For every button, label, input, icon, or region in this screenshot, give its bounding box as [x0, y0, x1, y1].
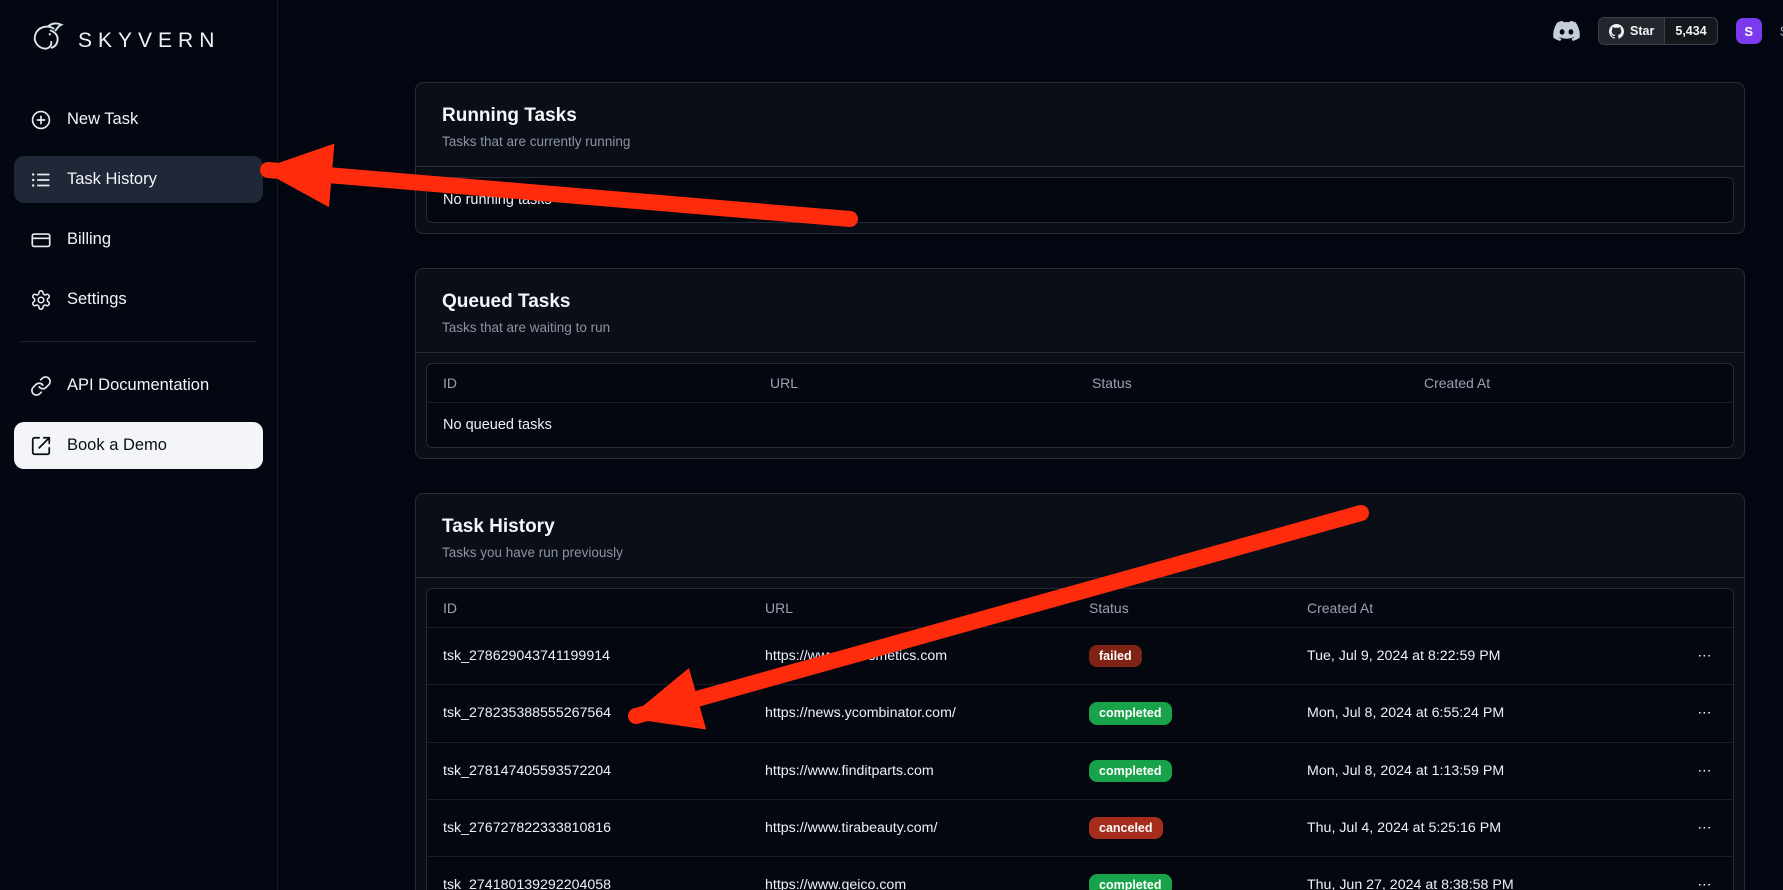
github-star-button[interactable]: Star 5,434 [1598, 17, 1718, 45]
plus-circle-icon [30, 109, 52, 131]
external-link-icon [30, 435, 52, 457]
sidebar-item-new-task[interactable]: New Task [14, 96, 263, 143]
link-icon [30, 375, 52, 397]
sidebar-item-book-a-demo[interactable]: Book a Demo [14, 422, 263, 469]
table-header-row: ID URL Status Created At [427, 364, 1733, 402]
task-created-at: Thu, Jul 4, 2024 at 5:25:16 PM [1291, 803, 1677, 853]
user-name-clipped: S [1780, 23, 1783, 39]
card-subtitle: Tasks that are currently running [442, 134, 1718, 149]
table-row[interactable]: tsk_278235388555267564 https://news.ycom… [427, 684, 1733, 741]
queued-tasks-header: Queued Tasks Tasks that are waiting to r… [416, 269, 1744, 353]
sidebar: SKYVERN New Task Task History Billing Se… [0, 0, 278, 890]
table-header-row: ID URL Status Created At [427, 589, 1733, 627]
sidebar-item-label: Task History [67, 170, 157, 189]
card-subtitle: Tasks that are waiting to run [442, 320, 1718, 335]
topbar: Star 5,434 S S [1553, 16, 1783, 46]
row-actions-button[interactable]: ⋯ [1677, 688, 1733, 738]
gear-icon [30, 289, 52, 311]
empty-state-queued: No queued tasks [427, 402, 1733, 447]
column-header-url: URL [754, 364, 1076, 402]
sidebar-item-label: API Documentation [67, 376, 209, 395]
running-tasks-header: Running Tasks Tasks that are currently r… [416, 83, 1744, 167]
sidebar-item-settings[interactable]: Settings [14, 276, 263, 323]
sidebar-item-task-history[interactable]: Task History [14, 156, 263, 203]
github-star-label: Star [1599, 18, 1665, 44]
list-icon [30, 169, 52, 191]
task-id: tsk_278235388555267564 [427, 688, 749, 738]
task-created-at: Mon, Jul 8, 2024 at 6:55:24 PM [1291, 688, 1677, 738]
sidebar-item-label: Book a Demo [67, 436, 167, 455]
row-actions-button[interactable]: ⋯ [1677, 860, 1733, 890]
discord-button[interactable] [1553, 21, 1580, 42]
task-id: tsk_276727822333810816 [427, 803, 749, 853]
column-header-created-at: Created At [1291, 589, 1677, 627]
sidebar-divider [20, 341, 257, 342]
github-star-text: Star [1630, 24, 1654, 38]
task-created-at: Thu, Jun 27, 2024 at 8:38:58 PM [1291, 860, 1677, 890]
sidebar-nav: New Task Task History Billing Settings A… [14, 96, 263, 469]
task-url: https://www.tecosmetics.com [749, 631, 1073, 681]
row-actions-button[interactable]: ⋯ [1677, 746, 1733, 796]
empty-state-text: No queued tasks [427, 403, 1733, 447]
task-created-at: Tue, Jul 9, 2024 at 8:22:59 PM [1291, 631, 1677, 681]
column-header-created-at: Created At [1408, 364, 1733, 402]
task-history-table: ID URL Status Created At tsk_27862904374… [426, 588, 1734, 890]
card-title: Running Tasks [442, 105, 1718, 127]
sidebar-item-label: Billing [67, 230, 111, 249]
status-badge: canceled [1089, 817, 1163, 839]
task-url: https://www.tirabeauty.com/ [749, 803, 1073, 853]
brand-name: SKYVERN [78, 29, 220, 53]
card-subtitle: Tasks you have run previously [442, 545, 1718, 560]
column-header-id: ID [427, 589, 749, 627]
column-header-actions [1677, 597, 1733, 619]
column-header-status: Status [1076, 364, 1408, 402]
user-avatar[interactable]: S [1736, 18, 1762, 44]
task-id: tsk_278629043741199914 [427, 631, 749, 681]
column-header-id: ID [427, 364, 754, 402]
task-history-card: Task History Tasks you have run previous… [415, 493, 1745, 890]
task-url: https://www.finditparts.com [749, 746, 1073, 796]
queued-tasks-card: Queued Tasks Tasks that are waiting to r… [415, 268, 1745, 459]
status-badge: completed [1089, 760, 1172, 782]
credit-card-icon [30, 229, 52, 251]
task-url: https://news.ycombinator.com/ [749, 688, 1073, 738]
status-badge: completed [1089, 874, 1172, 890]
skyvern-dragon-icon [22, 18, 68, 64]
task-created-at: Mon, Jul 8, 2024 at 1:13:59 PM [1291, 746, 1677, 796]
card-title: Queued Tasks [442, 291, 1718, 313]
column-header-url: URL [749, 589, 1073, 627]
sidebar-item-api-documentation[interactable]: API Documentation [14, 362, 263, 409]
status-badge: failed [1089, 645, 1142, 667]
discord-icon [1553, 21, 1580, 42]
table-row[interactable]: tsk_278629043741199914 https://www.tecos… [427, 627, 1733, 684]
table-row[interactable]: tsk_278147405593572204 https://www.findi… [427, 742, 1733, 799]
running-tasks-table: No running tasks [426, 177, 1734, 223]
row-actions-button[interactable]: ⋯ [1677, 631, 1733, 681]
github-icon [1609, 24, 1624, 39]
task-history-header: Task History Tasks you have run previous… [416, 494, 1744, 578]
task-url: https://www.geico.com [749, 860, 1073, 890]
sidebar-item-label: New Task [67, 110, 138, 129]
status-badge: completed [1089, 702, 1172, 724]
task-id: tsk_274180139292204058 [427, 860, 749, 890]
task-id: tsk_278147405593572204 [427, 746, 749, 796]
github-star-count: 5,434 [1665, 18, 1716, 44]
running-tasks-card: Running Tasks Tasks that are currently r… [415, 82, 1745, 234]
queued-tasks-table: ID URL Status Created At No queued tasks [426, 363, 1734, 448]
row-actions-button[interactable]: ⋯ [1677, 803, 1733, 853]
column-header-status: Status [1073, 589, 1291, 627]
main-content: Running Tasks Tasks that are currently r… [278, 0, 1783, 890]
card-title: Task History [442, 516, 1718, 538]
sidebar-item-label: Settings [67, 290, 127, 309]
table-row[interactable]: tsk_274180139292204058 https://www.geico… [427, 856, 1733, 890]
brand-logo[interactable]: SKYVERN [14, 12, 263, 70]
table-row[interactable]: tsk_276727822333810816 https://www.tirab… [427, 799, 1733, 856]
sidebar-item-billing[interactable]: Billing [14, 216, 263, 263]
empty-state-running: No running tasks [427, 178, 1733, 222]
